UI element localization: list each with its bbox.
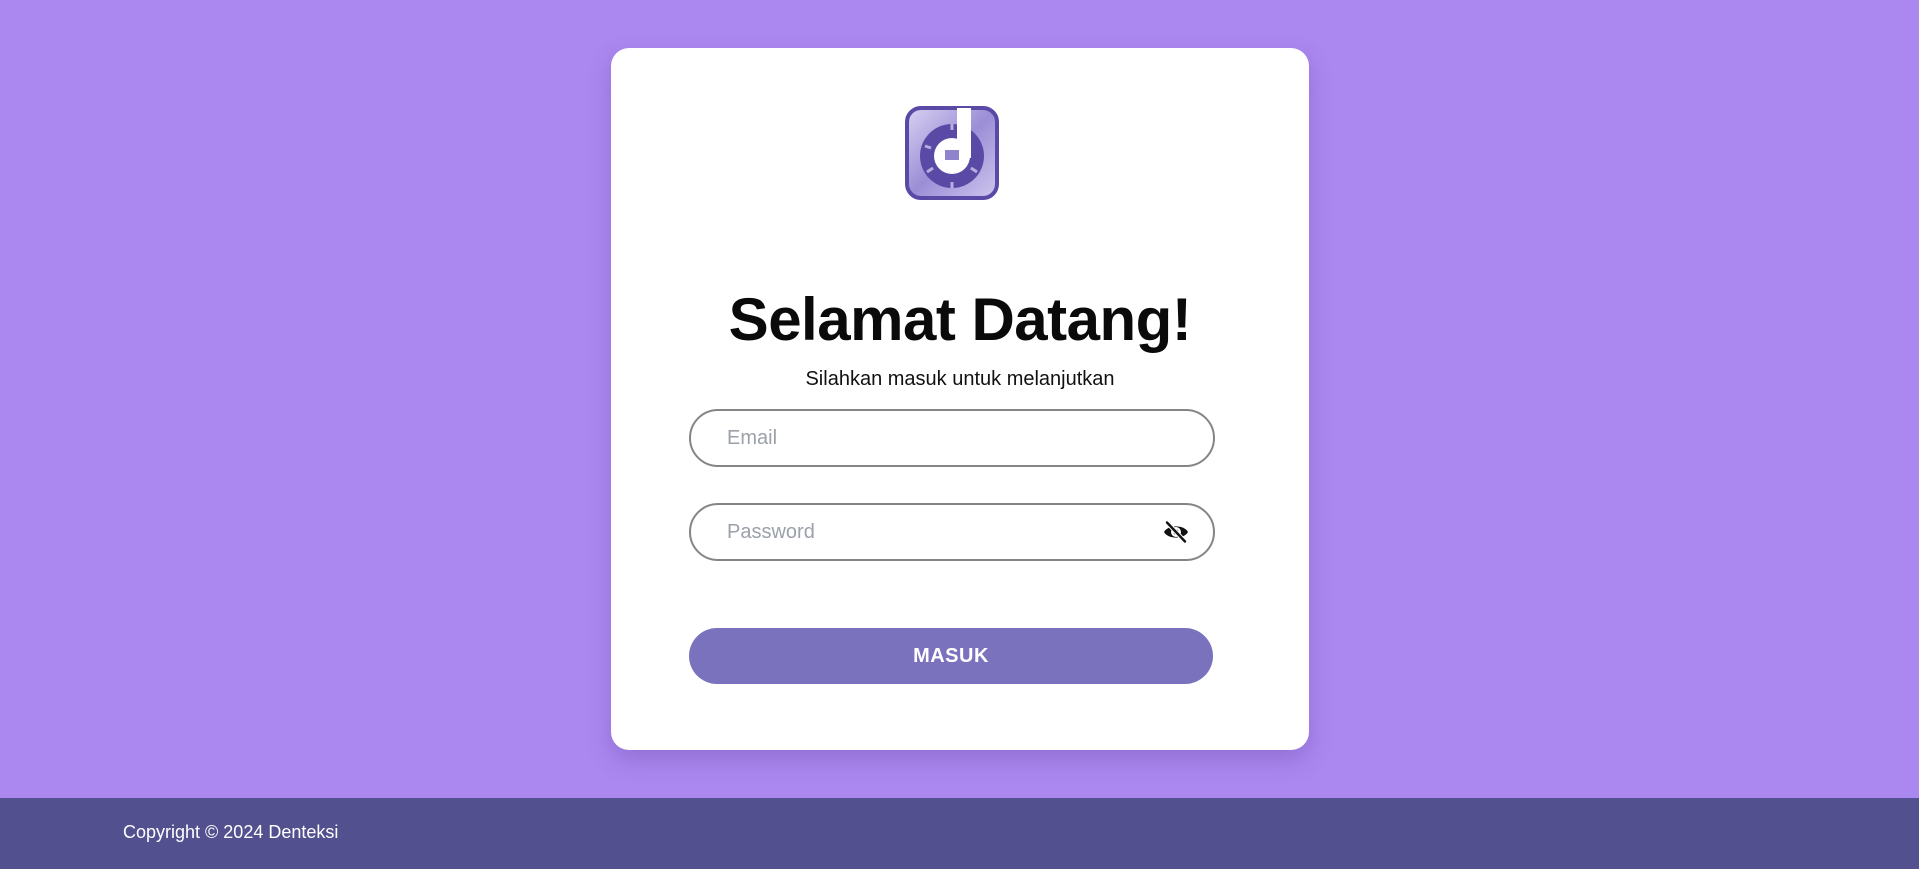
email-field[interactable] [689,409,1215,467]
login-page: Selamat Datang! Silahkan masuk untuk mel… [0,0,1919,798]
email-input[interactable] [727,411,1147,465]
denteksi-logo-icon [905,106,999,200]
password-field[interactable] [689,503,1215,561]
copyright-text: Copyright © 2024 Denteksi [123,822,339,842]
password-input[interactable] [727,505,1147,559]
page-subtitle: Silahkan masuk untuk melanjutkan [805,368,1115,390]
page-title: Selamat Datang! [728,286,1192,353]
login-button[interactable]: MASUK [689,628,1213,684]
footer: Copyright © 2024 Denteksi [0,798,1919,869]
login-card: Selamat Datang! Silahkan masuk untuk mel… [611,48,1309,750]
eye-slash-icon[interactable] [1163,520,1189,544]
